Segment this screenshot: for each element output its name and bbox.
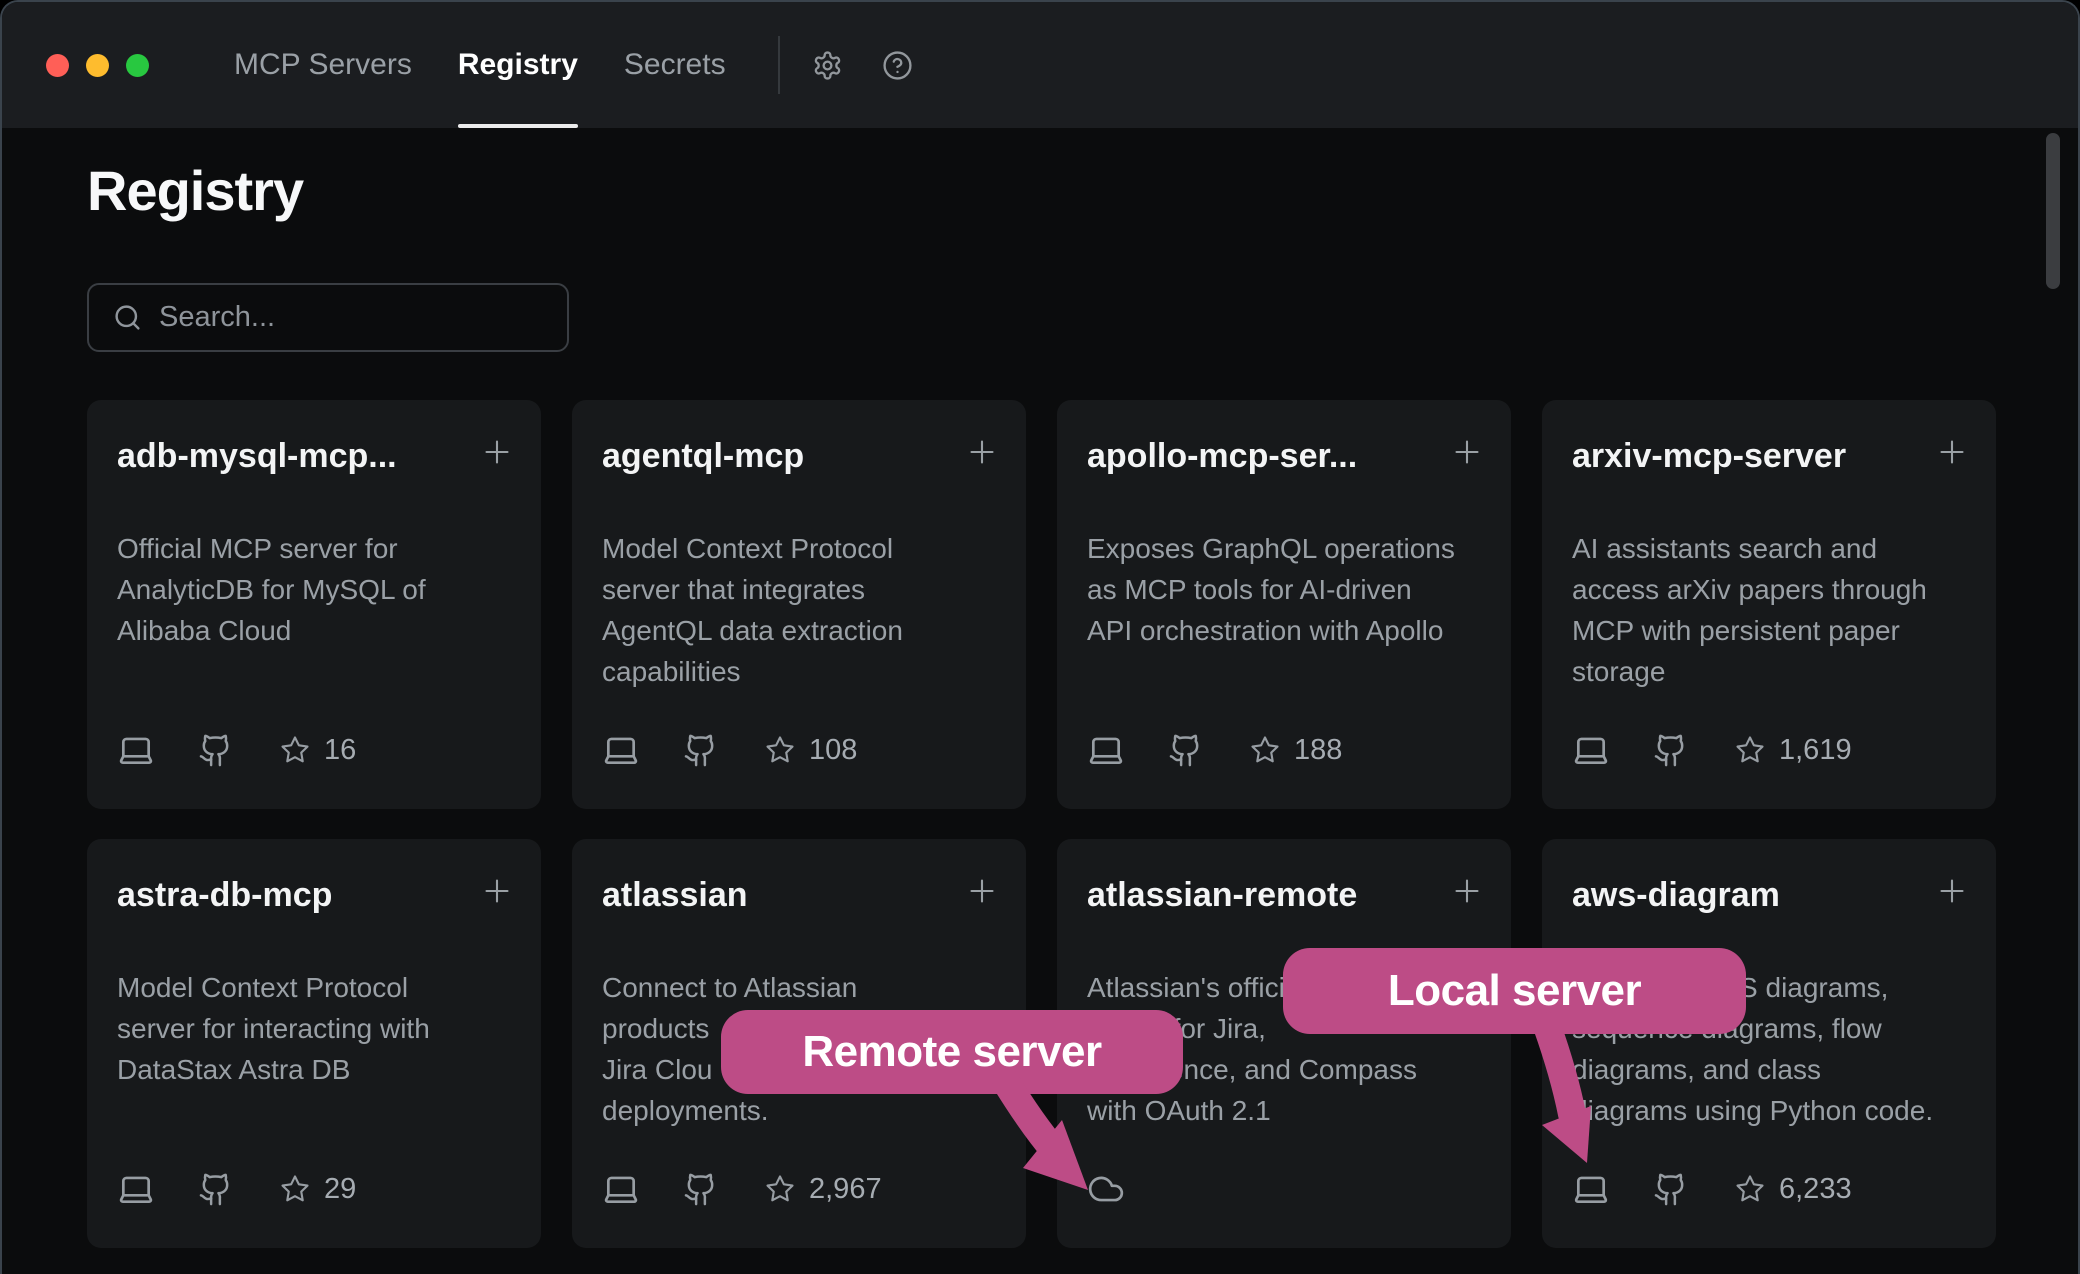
gear-icon — [812, 50, 843, 81]
app-window: MCP Servers Registry Secrets Registry ad… — [0, 0, 2080, 1274]
plus-icon — [479, 873, 515, 909]
server-name: astra-db-mcp — [117, 873, 467, 917]
remote-server-callout: Remote server — [721, 1010, 1183, 1094]
titlebar-tabs: MCP Servers Registry Secrets — [234, 2, 726, 128]
add-server-button[interactable] — [964, 873, 1000, 909]
help-button[interactable] — [876, 43, 920, 87]
card-footer: 29 — [117, 1170, 511, 1208]
card-footer: 108 — [602, 731, 996, 769]
add-server-button[interactable] — [1449, 434, 1485, 470]
laptop-icon — [117, 731, 155, 769]
star-icon — [233, 1174, 310, 1204]
add-server-button[interactable] — [1449, 873, 1485, 909]
zoom-button[interactable] — [126, 54, 149, 77]
star-count: 188 — [1294, 734, 1342, 767]
server-card[interactable]: aws-diagram Generate AWS diagrams, seque… — [1542, 839, 1996, 1248]
server-name: apollo-mcp-ser... — [1087, 434, 1437, 478]
star-count: 29 — [324, 1173, 356, 1206]
registry-page: Registry adb-mysql-mcp... Official MCP s… — [2, 128, 2078, 1274]
scrollbar-thumb[interactable] — [2046, 133, 2060, 289]
star-icon — [233, 735, 310, 765]
star-count: 6,233 — [1779, 1173, 1852, 1206]
search-box — [87, 283, 569, 352]
server-name: atlassian — [602, 873, 952, 917]
tab-mcp-servers[interactable]: MCP Servers — [234, 2, 412, 128]
star-count: 108 — [809, 734, 857, 767]
search-icon — [113, 303, 142, 332]
star-icon — [718, 1174, 795, 1204]
server-name: arxiv-mcp-server — [1572, 434, 1922, 478]
add-server-button[interactable] — [1934, 434, 1970, 470]
github-icon[interactable] — [155, 733, 233, 768]
tab-registry[interactable]: Registry — [458, 2, 578, 128]
plus-icon — [964, 873, 1000, 909]
server-name: atlassian-remote — [1087, 873, 1437, 917]
github-icon[interactable] — [640, 1172, 718, 1207]
help-icon — [882, 50, 913, 81]
github-icon[interactable] — [1610, 733, 1688, 768]
server-card[interactable]: arxiv-mcp-server AI assistants search an… — [1542, 400, 1996, 809]
laptop-icon — [1572, 1170, 1610, 1208]
traffic-lights — [46, 54, 149, 77]
add-server-button[interactable] — [1934, 873, 1970, 909]
plus-icon — [479, 434, 515, 470]
server-name: aws-diagram — [1572, 873, 1922, 917]
titlebar-divider — [778, 36, 780, 94]
server-description: Model Context Protocol server for intera… — [117, 967, 511, 1090]
local-server-callout: Local server — [1283, 948, 1746, 1034]
cloud-icon — [1087, 1170, 1125, 1208]
add-server-button[interactable] — [964, 434, 1000, 470]
laptop-icon — [117, 1170, 155, 1208]
card-footer: 188 — [1087, 731, 1481, 769]
star-icon — [1688, 1174, 1765, 1204]
github-icon[interactable] — [155, 1172, 233, 1207]
star-icon — [1203, 735, 1280, 765]
laptop-icon — [1087, 731, 1125, 769]
laptop-icon — [602, 1170, 640, 1208]
plus-icon — [1934, 434, 1970, 470]
card-footer: 6,233 — [1572, 1170, 1966, 1208]
tab-secrets[interactable]: Secrets — [624, 2, 726, 128]
plus-icon — [1449, 434, 1485, 470]
server-card[interactable]: agentql-mcp Model Context Protocol serve… — [572, 400, 1026, 809]
server-description: Official MCP server for AnalyticDB for M… — [117, 528, 511, 651]
star-count: 16 — [324, 734, 356, 767]
server-card[interactable]: astra-db-mcp Model Context Protocol serv… — [87, 839, 541, 1248]
card-footer: 16 — [117, 731, 511, 769]
server-description: AI assistants search and access arXiv pa… — [1572, 528, 1966, 692]
server-description: Model Context Protocol server that integ… — [602, 528, 996, 692]
server-name: adb-mysql-mcp... — [117, 434, 467, 478]
card-footer — [1087, 1170, 1481, 1208]
local-server-callout-label: Local server — [1388, 966, 1641, 1016]
server-card-grid: adb-mysql-mcp... Official MCP server for… — [87, 400, 1996, 1248]
star-count: 1,619 — [1779, 734, 1852, 767]
server-card[interactable]: apollo-mcp-ser... Exposes GraphQL operat… — [1057, 400, 1511, 809]
plus-icon — [964, 434, 1000, 470]
add-server-button[interactable] — [479, 434, 515, 470]
github-icon[interactable] — [1610, 1172, 1688, 1207]
plus-icon — [1934, 873, 1970, 909]
settings-button[interactable] — [806, 43, 850, 87]
remote-server-callout-label: Remote server — [802, 1027, 1101, 1077]
search-input[interactable] — [159, 301, 539, 334]
laptop-icon — [1572, 731, 1610, 769]
server-name: agentql-mcp — [602, 434, 952, 478]
close-button[interactable] — [46, 54, 69, 77]
github-icon[interactable] — [1125, 733, 1203, 768]
server-description: Exposes GraphQL operations as MCP tools … — [1087, 528, 1481, 651]
star-count: 2,967 — [809, 1173, 882, 1206]
star-icon — [1688, 735, 1765, 765]
minimize-button[interactable] — [86, 54, 109, 77]
server-card[interactable]: adb-mysql-mcp... Official MCP server for… — [87, 400, 541, 809]
add-server-button[interactable] — [479, 873, 515, 909]
star-icon — [718, 735, 795, 765]
titlebar: MCP Servers Registry Secrets — [2, 2, 2078, 128]
laptop-icon — [602, 731, 640, 769]
page-title: Registry — [87, 158, 303, 223]
card-footer: 2,967 — [602, 1170, 996, 1208]
card-footer: 1,619 — [1572, 731, 1966, 769]
plus-icon — [1449, 873, 1485, 909]
github-icon[interactable] — [640, 733, 718, 768]
